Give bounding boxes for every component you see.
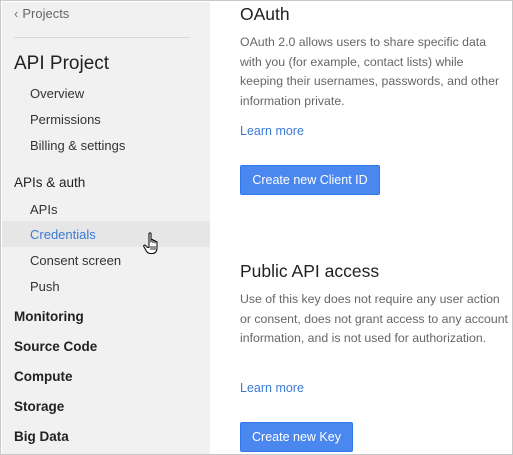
sidebar-item-label: Credentials [30,226,96,242]
sidebar-section-apis-auth[interactable]: APIs & auth [2,169,210,195]
sidebar-section-label: Storage [14,398,65,414]
sidebar-item-label: Billing & settings [30,137,126,153]
back-to-projects-link[interactable]: ‹ Projects [14,6,69,21]
chevron-left-icon: ‹ [14,6,19,21]
sidebar-section-storage[interactable]: Storage [2,393,210,419]
create-new-key-button[interactable]: Create new Key [240,422,353,452]
sidebar-item-label: Consent screen [30,252,122,268]
sidebar-item-apis[interactable]: APIs [2,196,210,222]
public-api-access-heading: Public API access [240,261,380,281]
sidebar-section-label: Monitoring [14,308,84,324]
oauth-learn-more-link[interactable]: Learn more [240,124,304,138]
sidebar-section-big-data[interactable]: Big Data [2,423,210,449]
back-link-label: Projects [22,6,70,21]
public-api-description: Use of this key does not require any use… [240,292,508,345]
sidebar-section-compute[interactable]: Compute [2,363,210,389]
sidebar-section-label: Source Code [14,338,98,354]
sidebar-item-label: Permissions [30,111,101,127]
public-api-learn-more-link[interactable]: Learn more [240,381,304,395]
sidebar-item-push[interactable]: Push [2,273,210,299]
sidebar-item-overview[interactable]: Overview [2,80,210,106]
create-client-id-button[interactable]: Create new Client ID [240,165,380,195]
sidebar-item-label: APIs [30,201,58,217]
sidebar-section-label: Compute [14,368,73,384]
sidebar-section-source-code[interactable]: Source Code [2,333,210,359]
oauth-description: OAuth 2.0 allows users to share specific… [240,35,500,108]
hand-pointer-cursor-icon [143,232,158,255]
project-title: API Project [14,53,110,74]
sidebar-section-label: APIs & auth [14,174,86,190]
oauth-heading: OAuth [240,4,290,24]
sidebar-divider [14,37,190,38]
sidebar-item-consent-screen[interactable]: Consent screen [2,247,210,273]
sidebar-item-billing-settings[interactable]: Billing & settings [2,132,210,158]
sidebar-section-label: Big Data [14,428,69,444]
window-frame: ‹ Projects API Project Overview Permissi… [0,0,513,455]
sidebar: ‹ Projects API Project Overview Permissi… [2,2,210,454]
sidebar-item-permissions[interactable]: Permissions [2,106,210,132]
sidebar-item-label: Overview [30,85,85,101]
sidebar-item-credentials[interactable]: Credentials [2,221,210,247]
sidebar-section-monitoring[interactable]: Monitoring [2,303,210,329]
sidebar-item-label: Push [30,278,60,294]
